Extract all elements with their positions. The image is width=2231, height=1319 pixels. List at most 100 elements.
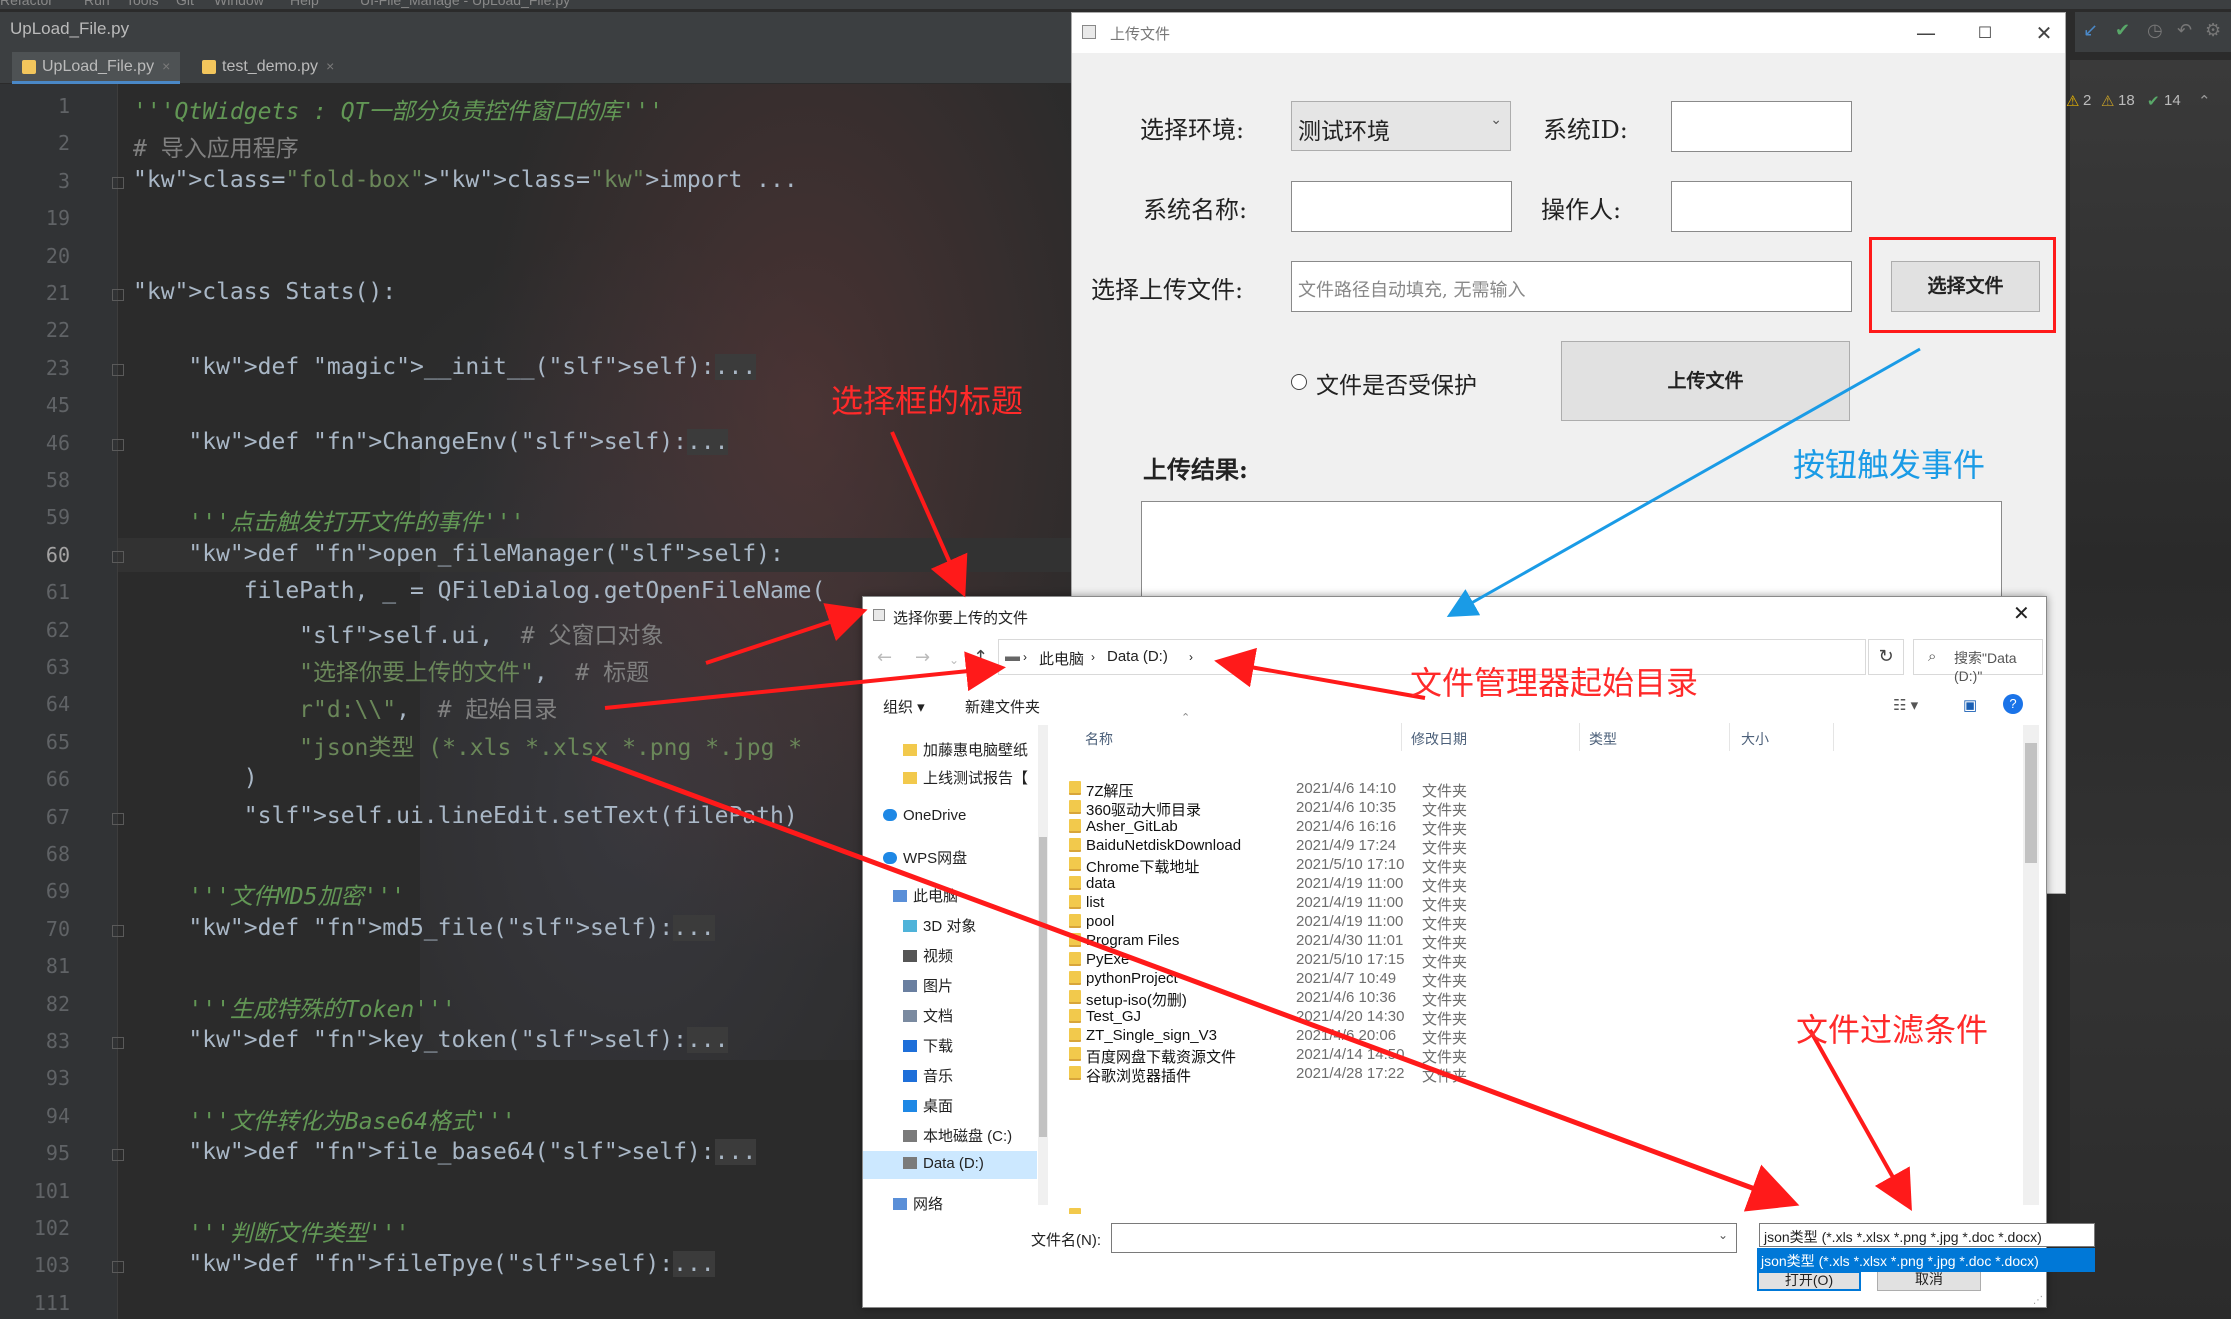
code-line[interactable]: "kw">def "fn">key_token("slf">self):... (133, 1027, 729, 1053)
view-options-icon[interactable]: ☷ ▾ (1893, 696, 1918, 714)
col-name[interactable]: 名称 (1085, 729, 1113, 749)
history-icon[interactable]: ◷ (2147, 20, 2163, 41)
code-line[interactable]: "slf">self.ui.lineEdit.setText(filePath) (133, 803, 798, 829)
close-icon[interactable]: × (326, 58, 334, 74)
fold-marker-icon[interactable] (112, 924, 124, 937)
menu-git[interactable]: Git (176, 0, 194, 8)
chevron-down-icon[interactable]: ⌄ (1718, 1228, 1728, 1242)
nav-item-5[interactable]: 3D 对象 (903, 915, 976, 936)
fold-marker-icon[interactable] (112, 176, 124, 189)
nav-item-9[interactable]: 下载 (903, 1035, 953, 1056)
fold-marker-icon[interactable] (112, 1037, 124, 1049)
settings-icon[interactable]: ⚙ (2205, 20, 2221, 41)
nav-item-12[interactable]: 本地磁盘 (C:) (903, 1125, 1012, 1146)
preview-pane-icon[interactable]: ▣ (1963, 696, 1977, 714)
rollback-icon[interactable]: ↶ (2177, 20, 2192, 41)
code-line[interactable]: '''生成特殊的Token''' (133, 990, 455, 1024)
close-icon[interactable]: ✕ (2030, 19, 2058, 47)
file-type-option[interactable]: json类型 (*.xls *.xlsx *.png *.jpg *.doc *… (1757, 1248, 2095, 1272)
nav-item-14[interactable]: 网络 (893, 1193, 943, 1214)
col-type[interactable]: 类型 (1589, 729, 1617, 749)
help-icon[interactable]: ? (2003, 694, 2023, 714)
code-line[interactable]: "kw">class="fold-box">"kw">class="kw">im… (133, 167, 798, 193)
code-line[interactable]: filePath, _ = QFileDialog.getOpenFileNam… (133, 578, 826, 604)
col-date[interactable]: 修改日期 (1411, 729, 1467, 749)
fold-marker-icon[interactable] (112, 812, 124, 825)
nav-item-11[interactable]: 桌面 (903, 1095, 953, 1116)
tab-upload-file[interactable]: UpLoad_File.py × (12, 52, 181, 84)
menu-tools[interactable]: Tools (126, 0, 159, 8)
system-name-input[interactable] (1291, 181, 1512, 232)
resize-grip-icon[interactable]: ⋰ (2033, 1295, 2043, 1306)
code-line[interactable]: "选择你要上传的文件", # 标题 (133, 653, 649, 687)
nav-item-2[interactable]: OneDrive (883, 807, 966, 824)
cancel-button[interactable]: 取消 (1877, 1271, 1981, 1291)
col-size[interactable]: 大小 (1741, 729, 1769, 749)
open-button[interactable]: 打开(O) (1757, 1271, 1861, 1291)
code-line[interactable]: "kw">def "fn">fileTpye("slf">self):... (133, 1251, 715, 1278)
nav-item-6[interactable]: 视频 (903, 945, 953, 966)
code-line[interactable]: '''判断文件类型''' (133, 1214, 409, 1248)
menu-help[interactable]: Help (290, 0, 319, 8)
code-line[interactable]: ) (133, 765, 258, 791)
result-textarea[interactable] (1141, 501, 2002, 611)
close-icon[interactable]: ✕ (2013, 601, 2030, 625)
code-line[interactable]: "json类型 (*.xls *.xlsx *.png *.jpg * (133, 728, 802, 762)
protected-radio[interactable] (1291, 374, 1307, 390)
code-line[interactable]: "kw">def "fn">ChangeEnv("slf">self):... (133, 428, 729, 455)
code-line[interactable]: "kw">def "fn">open_fileManager("slf">sel… (133, 541, 783, 567)
fold-marker-icon[interactable] (112, 550, 124, 563)
code-line[interactable]: "slf">self.ui, # 父窗口对象 (133, 616, 663, 650)
maximize-icon[interactable]: ☐ (1971, 19, 1999, 47)
env-select[interactable]: 测试环境 ⌄ (1291, 101, 1511, 151)
nav-item-0[interactable]: 加藤惠电脑壁纸 (903, 739, 1028, 760)
fold-marker-icon[interactable] (112, 1261, 124, 1274)
breadcrumb-pc[interactable]: 此电脑 (1039, 648, 1084, 669)
code-line[interactable]: '''QtWidgets : QT一部分负责控件窗口的库''' (133, 92, 663, 126)
refresh-icon[interactable]: ↻ (1868, 639, 1904, 675)
breadcrumb-file[interactable]: UpLoad_File.py (10, 19, 129, 39)
nav-item-7[interactable]: 图片 (903, 975, 953, 996)
chevron-up-icon[interactable]: ⌃ (2198, 92, 2211, 110)
file-path-input[interactable]: 文件路径自动填充, 无需输入 (1291, 261, 1852, 312)
code-line[interactable]: "kw">class Stats(): (133, 279, 396, 305)
list-item-partial[interactable] (1069, 1202, 1969, 1214)
fold-marker-icon[interactable] (112, 289, 124, 301)
breadcrumb-data-d[interactable]: Data (D:) (1107, 648, 1168, 665)
code-line[interactable]: "kw">def "fn">file_base64("slf">self):..… (133, 1139, 757, 1166)
filename-input[interactable]: ⌄ (1111, 1223, 1737, 1253)
fold-marker-icon[interactable] (112, 363, 124, 376)
code-line[interactable]: "kw">def "magic">__init__("slf">self):..… (133, 353, 757, 380)
vcs-commit-icon[interactable]: ✔ (2115, 20, 2130, 41)
back-arrow-icon[interactable]: ← (877, 647, 892, 668)
forward-arrow-icon[interactable]: → (915, 647, 930, 668)
code-line[interactable]: '''点击触发打开文件的事件''' (133, 503, 524, 537)
operator-input[interactable] (1671, 181, 1852, 232)
col-divider[interactable] (1579, 723, 1580, 751)
up-arrow-icon[interactable]: ↑ (973, 647, 988, 668)
nav-scroll-thumb[interactable] (1039, 837, 1047, 1137)
tab-test-demo[interactable]: test_demo.py × (192, 52, 344, 84)
minimize-icon[interactable]: — (1912, 19, 1940, 47)
code-line[interactable]: '''文件MD5加密''' (133, 877, 405, 911)
col-divider[interactable] (1833, 723, 1834, 751)
recent-chevron-icon[interactable]: ⌄ (949, 653, 959, 667)
file-type-select[interactable]: json类型 (*.xls *.xlsx *.png *.jpg *.doc *… (1759, 1223, 2095, 1247)
col-divider[interactable] (1401, 723, 1402, 751)
nav-item-4[interactable]: 此电脑 (893, 885, 958, 906)
close-icon[interactable]: × (162, 58, 170, 74)
table-row[interactable]: 谷歌浏览器插件 2021/4/28 17:22 文件夹 (1069, 1060, 1969, 1087)
fold-marker-icon[interactable] (112, 1149, 124, 1162)
search-box[interactable]: ⌕ 搜索"Data (D:)" (1913, 639, 2043, 684)
menu-refactor[interactable]: Refactor (0, 0, 53, 8)
code-line[interactable]: r"d:\\", # 起始目录 (133, 690, 557, 724)
nav-item-10[interactable]: 音乐 (903, 1065, 953, 1086)
col-divider[interactable] (1729, 723, 1730, 751)
fold-marker-icon[interactable] (112, 438, 124, 451)
code-line[interactable]: # 导入应用程序 (133, 129, 299, 163)
vcs-update-icon[interactable]: ↙ (2083, 20, 2098, 41)
new-folder-button[interactable]: 新建文件夹 (965, 696, 1040, 717)
system-id-input[interactable] (1671, 101, 1852, 152)
nav-item-13[interactable]: Data (D:) (903, 1155, 984, 1172)
upload-button[interactable]: 上传文件 (1561, 341, 1850, 421)
